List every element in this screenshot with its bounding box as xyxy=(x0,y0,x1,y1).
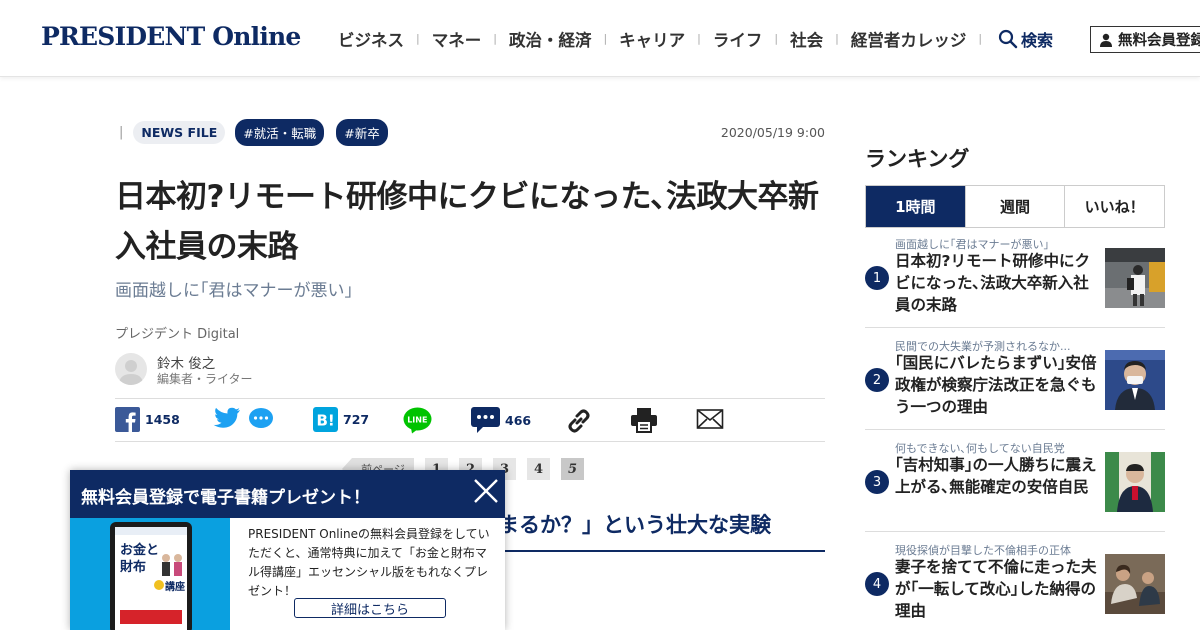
member-register-button[interactable]: 無料会員登録 xyxy=(1090,26,1200,53)
nav-separator: | xyxy=(493,32,497,45)
rank-badge: 2 xyxy=(865,368,889,392)
page-4[interactable]: 4 xyxy=(527,458,550,480)
hatena-count: 727 xyxy=(343,412,370,427)
ranking-item-3[interactable]: 3 何もできない､何もしてない自民党 ｢吉村知事｣の一人勝ちに震え上がる､無能確… xyxy=(865,440,1165,532)
author-name[interactable]: 鈴木 俊之 xyxy=(157,352,215,372)
nav-politics-economy[interactable]: 政治・経済 xyxy=(509,27,592,51)
rank-headline: ｢国民にバレたらまずい｣安倍政権が検察庁法改正を急ぐもう一つの理由 xyxy=(895,354,1097,416)
search-button[interactable]: 検索 xyxy=(998,27,1053,51)
nav-money[interactable]: マネー xyxy=(432,27,482,51)
nav-society[interactable]: 社会 xyxy=(790,27,823,51)
rank-thumbnail xyxy=(1105,554,1165,614)
article-subtitle: 画面越しに｢君はマナーが悪い｣ xyxy=(115,281,353,301)
comments-count: 466 xyxy=(505,412,532,428)
nav-separator: | xyxy=(835,32,839,45)
nav-business[interactable]: ビジネス xyxy=(338,27,404,51)
svg-text:B!: B! xyxy=(317,412,335,430)
mail-icon xyxy=(696,409,724,429)
tag-job-change[interactable]: #就活・転職 xyxy=(235,118,325,146)
popup-close-button[interactable] xyxy=(473,478,499,504)
tab-1hour[interactable]: 1時間 xyxy=(866,186,965,227)
print-share[interactable] xyxy=(630,407,658,433)
section-divider xyxy=(498,550,825,552)
hatena-bookmark-icon: B! xyxy=(313,407,338,432)
site-logo[interactable]: PRESIDENT Online xyxy=(41,22,301,51)
ebook-cover-image: お金と 財布講座 xyxy=(70,518,230,630)
nav-separator: | xyxy=(603,32,608,45)
article-meta-bar: | NEWS FILE #就活・転職 #新卒 2020/05/19 9:00 xyxy=(115,118,825,146)
site-header: PRESIDENT Online ビジネス | マネー | 政治・経済 | キャリア |… xyxy=(0,0,1200,77)
line-icon: LINE xyxy=(403,407,432,434)
popup-title: 無料会員登録で電子書籍プレゼント！ xyxy=(81,488,370,508)
rank-headline: ｢吉村知事｣の一人勝ちに震え上がる､無能確定の安倍自民 xyxy=(895,456,1097,496)
popup-header: 無料会員登録で電子書籍プレゼント！ xyxy=(70,470,505,518)
ranking-tabs: 1時間 週間 いいね！ xyxy=(865,185,1165,228)
rank-badge: 3 xyxy=(865,470,889,494)
facebook-count: 1458 xyxy=(145,412,180,427)
nav-executive-college[interactable]: 経営者カレッジ xyxy=(851,27,967,51)
nav-separator: | xyxy=(774,32,779,45)
nav-life[interactable]: ライフ xyxy=(713,27,763,51)
section-heading: まるか？」という壮大な実験 xyxy=(498,513,771,537)
popup-details-button[interactable]: 詳細はこちら xyxy=(294,598,446,618)
facebook-share[interactable]: 1458 xyxy=(115,407,180,432)
author-role: 編集者・ライター xyxy=(157,372,253,386)
tag-new-graduate[interactable]: #新卒 xyxy=(336,118,388,146)
category-tag[interactable]: NEWS FILE xyxy=(133,120,226,144)
rank-thumbnail xyxy=(1105,350,1165,410)
ranking-item-2[interactable]: 2 民間での大失業が予測されるなか... ｢国民にバレたらまずい｣安倍政権が検察… xyxy=(865,338,1165,430)
rank-thumbnail xyxy=(1105,452,1165,512)
member-signup-popup: 無料会員登録で電子書籍プレゼント！ お金と 財布講座 PRESIDENT Onli… xyxy=(70,470,505,630)
twitter-comment-share[interactable] xyxy=(248,407,274,431)
rank-badge: 4 xyxy=(865,572,889,596)
svg-text:LINE: LINE xyxy=(407,416,427,425)
comments-icon xyxy=(471,407,500,433)
search-icon xyxy=(998,29,1018,49)
publisher-name[interactable]: プレジデント Digital xyxy=(115,323,239,342)
rank-thumbnail xyxy=(1105,248,1165,308)
avatar-placeholder-icon xyxy=(119,360,143,385)
printer-icon xyxy=(631,408,657,433)
publish-date: 2020/05/19 9:00 xyxy=(720,124,825,140)
member-register-label: 無料会員登録 xyxy=(1118,33,1200,49)
link-icon xyxy=(568,409,590,433)
author-avatar[interactable] xyxy=(115,353,147,385)
facebook-icon xyxy=(115,407,140,432)
comment-bubble-icon xyxy=(249,408,273,428)
close-icon xyxy=(474,479,498,503)
search-label: 検索 xyxy=(1021,31,1054,50)
book-title-line-1: お金と xyxy=(120,542,159,558)
rank-headline: 日本初?リモート研修中にクビになった､法政大卒新入社員の末路 xyxy=(895,252,1090,314)
ranking-title: ランキング xyxy=(865,147,970,171)
nav-separator: | xyxy=(978,32,983,45)
ranking-item-4[interactable]: 4 現役探偵が目撃した不倫相手の正体 妻子を捨てて不倫に走った夫が｢一転して改心… xyxy=(865,542,1165,630)
rank-headline: 妻子を捨てて不倫に走った夫が｢一転して改心｣した納得の理由 xyxy=(895,558,1097,620)
mail-share[interactable] xyxy=(696,407,724,431)
share-bar: 1458 B! 727 LINE 466 xyxy=(115,398,825,442)
popup-body-text: PRESIDENT Onlineの無料会員登録をしていただくと、通常特典に加えて… xyxy=(248,527,490,598)
article-title: 日本初?リモート研修中にクビになった､法政大卒新入社員の末路 xyxy=(115,179,819,265)
copy-link-share[interactable] xyxy=(565,407,593,435)
crumb-separator: | xyxy=(119,124,124,140)
nav-career[interactable]: キャリア xyxy=(619,27,685,51)
ranking-item-1[interactable]: 1 画面越しに｢君はマナーが悪い｣ 日本初?リモート研修中にクビになった､法政大… xyxy=(865,236,1165,328)
tab-weekly[interactable]: 週間 xyxy=(964,186,1065,227)
line-share[interactable]: LINE xyxy=(403,407,432,434)
user-icon xyxy=(1100,33,1112,47)
book-title-line-3: 講座 xyxy=(165,580,185,593)
hatena-bookmark-share[interactable]: B! 727 xyxy=(313,407,369,432)
comments-share[interactable]: 466 xyxy=(471,407,531,433)
tab-likes[interactable]: いいね！ xyxy=(1064,186,1164,227)
book-title-line-2: 財布 xyxy=(119,559,146,575)
twitter-share[interactable] xyxy=(213,407,241,431)
nav-separator: | xyxy=(416,32,420,45)
rank-badge: 1 xyxy=(865,266,889,290)
twitter-icon xyxy=(213,407,240,428)
main-nav: ビジネス | マネー | 政治・経済 | キャリア | ライフ | 社会 | 経営者カレッジ… xyxy=(338,0,994,77)
page-5-current: 5 xyxy=(561,458,584,480)
nav-separator: | xyxy=(697,32,701,45)
